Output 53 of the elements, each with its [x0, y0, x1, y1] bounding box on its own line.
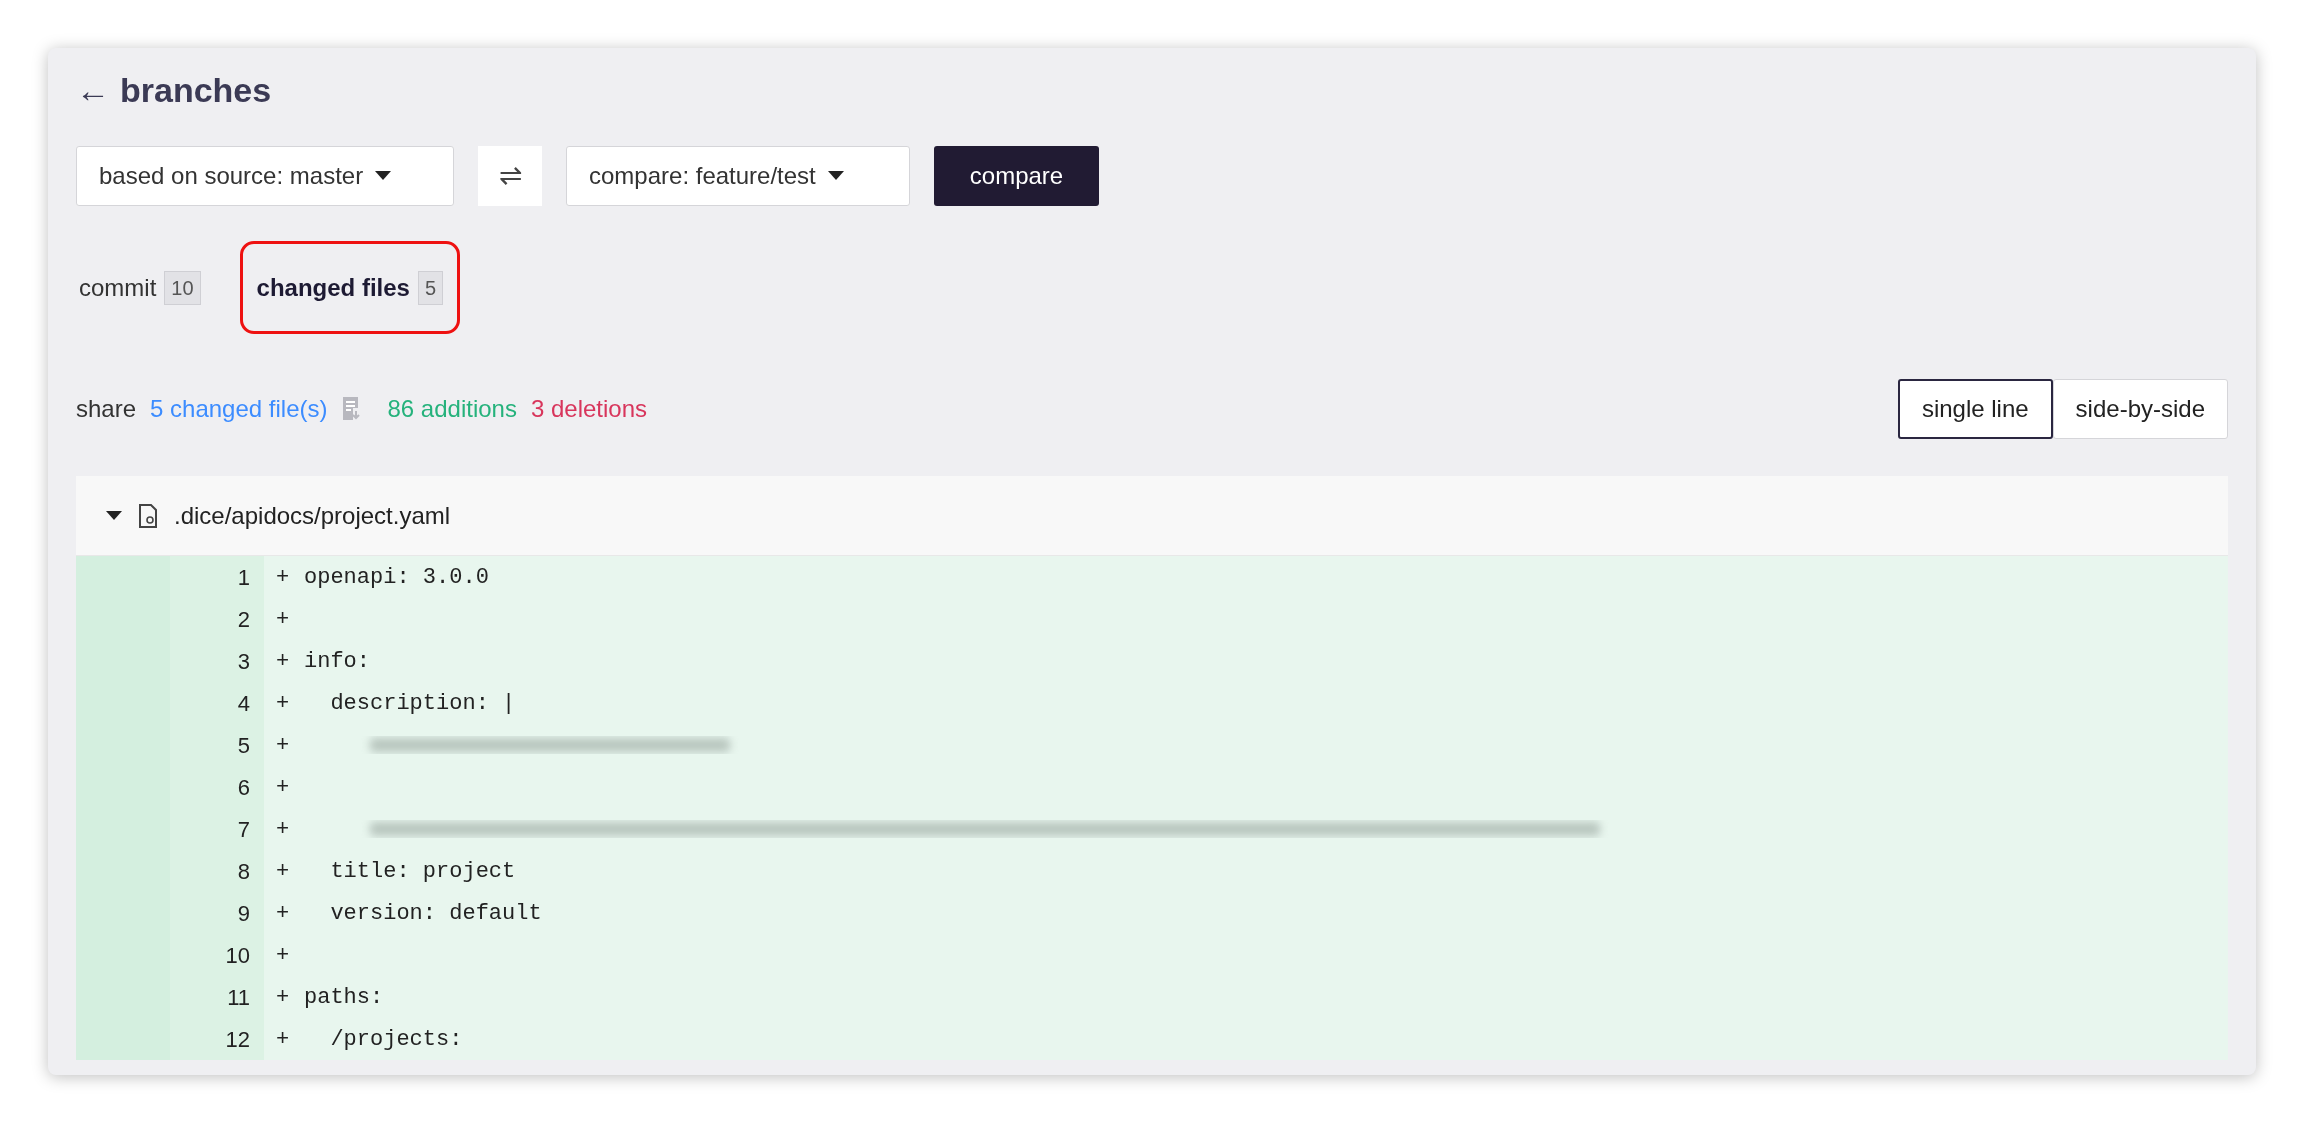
- code-text: info:: [304, 647, 370, 676]
- line-number: 10: [170, 934, 264, 976]
- diff-sign: +: [276, 1025, 291, 1054]
- diff-sign: +: [276, 731, 291, 760]
- line-number: 1: [170, 556, 264, 598]
- line-number: 4: [170, 682, 264, 724]
- additions-count: 86 additions: [387, 394, 517, 424]
- caret-icon: [827, 171, 844, 181]
- view-mode-button[interactable]: single line: [1897, 379, 2053, 439]
- deletions-count: 3 deletions: [530, 394, 647, 424]
- code-text: title: project: [329, 857, 516, 886]
- tab[interactable]: commit 10: [76, 241, 204, 334]
- line-number: 5: [170, 724, 264, 766]
- code-text: paths:: [304, 983, 384, 1012]
- diff-sign: +: [276, 857, 291, 886]
- share-label: share: [76, 394, 137, 424]
- file-icon: [138, 503, 158, 528]
- file-name: .dice/apidocs/project.yaml: [174, 500, 451, 531]
- tab-label: commit: [79, 272, 157, 303]
- code-text: version: default: [329, 899, 542, 928]
- diff-sign: +: [276, 815, 291, 844]
- target-dropdown[interactable]: compare: feature/test: [566, 146, 910, 206]
- line-number: 8: [170, 850, 264, 892]
- code-text: openapi: 3.0.0: [304, 563, 489, 592]
- count-badge: 10: [164, 270, 201, 305]
- tab-label: changed files: [256, 272, 410, 303]
- tab[interactable]: changed files 5: [239, 241, 461, 334]
- line-number: 7: [170, 808, 264, 850]
- source-dropdown[interactable]: based on source: master: [76, 146, 454, 206]
- diff-sign: +: [276, 941, 291, 970]
- compare-button[interactable]: compare: [934, 146, 1099, 206]
- expand-caret-icon[interactable]: [106, 510, 122, 521]
- view-mode-button[interactable]: side-by-side: [2052, 379, 2228, 439]
- code-text: description: |: [329, 689, 516, 718]
- diff-sign: +: [276, 563, 291, 592]
- caret-icon: [375, 171, 392, 181]
- count-badge: 5: [417, 270, 444, 305]
- diff-sign: +: [276, 899, 291, 928]
- diff-sign: +: [276, 689, 291, 718]
- code-text: /projects:: [329, 1025, 463, 1054]
- line-number: 6: [170, 766, 264, 808]
- diff-sign: +: [276, 605, 291, 634]
- back-arrow[interactable]: ←: [76, 64, 110, 116]
- line-number: 12: [170, 1018, 264, 1060]
- diff-sign: +: [276, 773, 291, 802]
- line-number: 11: [170, 976, 264, 1018]
- diff-sign: +: [276, 647, 291, 676]
- line-number: 9: [170, 892, 264, 934]
- swap-button[interactable]: ⇌: [478, 146, 542, 206]
- page-title: branches: [120, 69, 272, 111]
- line-number: 2: [170, 598, 264, 640]
- diff-sign: +: [276, 983, 291, 1012]
- line-number: 3: [170, 640, 264, 682]
